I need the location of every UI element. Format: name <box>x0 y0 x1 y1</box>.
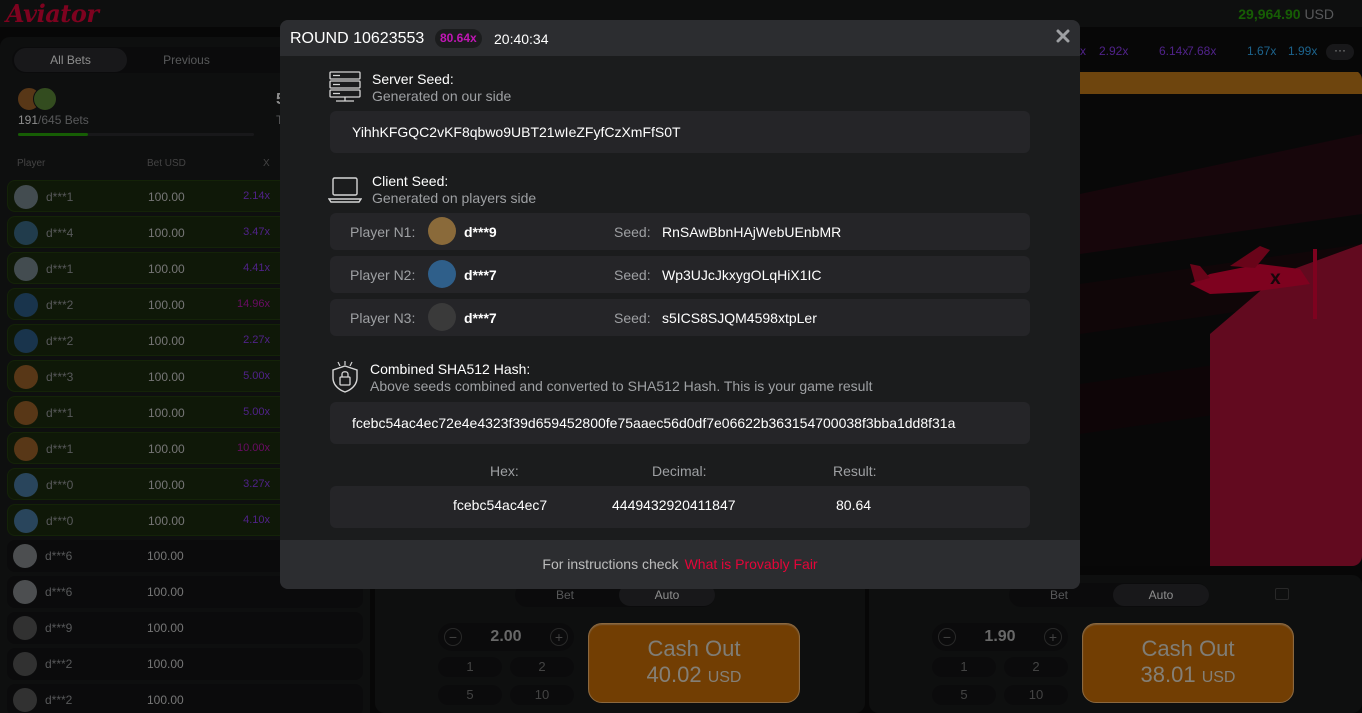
hash-title: Combined SHA512 Hash: <box>370 361 531 377</box>
client-seed-row: Player N2: d***7 Seed: Wp3UJcJkxygOLqHiX… <box>330 256 1030 293</box>
modal-footer: For instructions check What is Provably F… <box>280 540 1080 589</box>
laptop-icon <box>328 177 362 203</box>
shield-lock-icon <box>332 361 358 393</box>
seed-label: Seed: <box>614 310 651 326</box>
provably-fair-link[interactable]: What is Provably Fair <box>685 556 818 572</box>
round-time: 20:40:34 <box>494 31 549 47</box>
result-value: 80.64 <box>836 497 872 513</box>
hex-value: fcebc54ac4ec7 <box>453 497 548 513</box>
hash-value: fcebc54ac4ec72e4e4323f39d659452800fe75aa… <box>352 415 956 431</box>
server-seed-field[interactable]: YihhKFGQC2vKF8qbwo9UBT21wIeZFyfCzXmFfS0T <box>330 111 1030 153</box>
client-seed-row: Player N1: d***9 Seed: RnSAwBbnHAjWebUEn… <box>330 213 1030 250</box>
decimal-value: 4449432920411847 <box>612 497 736 513</box>
round-title: ROUND 10623553 <box>290 30 425 47</box>
player-name: d***9 <box>464 224 497 240</box>
avatar <box>428 217 456 245</box>
seed-value: Wp3UJcJkxygOLqHiX1IC <box>662 267 822 283</box>
hash-subtitle: Above seeds combined and converted to SH… <box>370 378 873 394</box>
seed-label: Seed: <box>614 267 651 283</box>
player-label: Player N2: <box>350 267 416 283</box>
server-seed-subtitle: Generated on our side <box>372 88 512 104</box>
modal-header: ROUND 10623553 80.64x 20:40:34 <box>280 20 1080 56</box>
aviator-app: Aviator 29,964.90 USD All Bets Previous … <box>0 0 1362 713</box>
player-label: Player N3: <box>350 310 416 326</box>
provably-fair-modal: ROUND 10623553 80.64x 20:40:34 Server Se… <box>280 20 1080 589</box>
close-icon[interactable] <box>1056 29 1070 43</box>
hex-label: Hex: <box>490 463 519 479</box>
player-name: d***7 <box>464 310 497 326</box>
footer-text: For instructions check <box>542 556 679 572</box>
server-icon <box>329 71 361 102</box>
hash-field[interactable]: fcebc54ac4ec72e4e4323f39d659452800fe75aa… <box>330 402 1030 444</box>
seed-value: RnSAwBbnHAjWebUEnbMR <box>662 224 842 240</box>
client-seed-title: Client Seed: <box>372 173 449 189</box>
avatar <box>428 303 456 331</box>
client-seed-row: Player N3: d***7 Seed: s5ICS8SJQM4598xtp… <box>330 299 1030 336</box>
player-label: Player N1: <box>350 224 416 240</box>
round-multiplier-badge: 80.64x <box>435 29 482 48</box>
server-seed-title: Server Seed: <box>372 71 454 87</box>
server-seed-value: YihhKFGQC2vKF8qbwo9UBT21wIeZFyfCzXmFfS0T <box>352 124 681 140</box>
client-seed-subtitle: Generated on players side <box>372 190 537 206</box>
result-label: Result: <box>833 463 877 479</box>
decimal-label: Decimal: <box>652 463 707 479</box>
player-name: d***7 <box>464 267 497 283</box>
avatar <box>428 260 456 288</box>
seed-label: Seed: <box>614 224 651 240</box>
seed-value: s5ICS8SJQM4598xtpLer <box>662 310 817 326</box>
